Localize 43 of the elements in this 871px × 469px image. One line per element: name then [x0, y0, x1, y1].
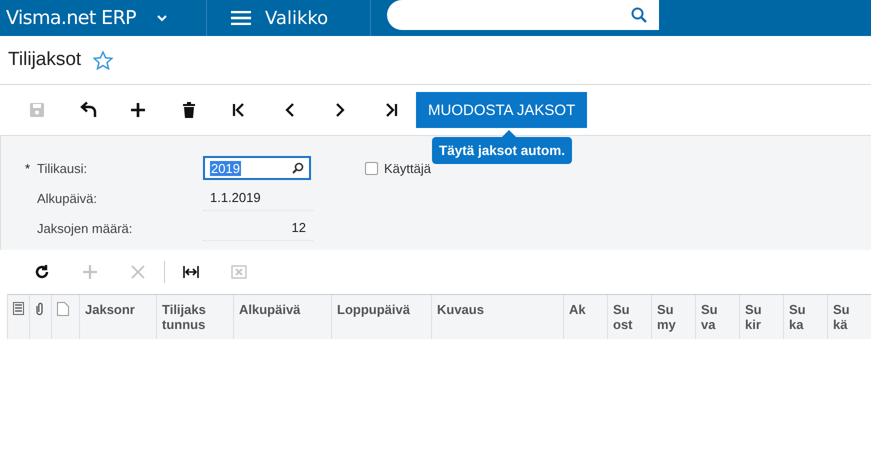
- field-label: Tilikausi:: [37, 160, 88, 176]
- column-header[interactable]: Loppupäivä: [332, 295, 432, 339]
- column-header[interactable]: Su kä: [828, 295, 871, 339]
- document-icon: [57, 302, 69, 316]
- column-header[interactable]: Tilijaks tunnus: [157, 295, 234, 339]
- field-label: Jaksojen määrä:: [37, 220, 134, 236]
- chevron-down-icon: [156, 14, 168, 22]
- input-field[interactable]: 12: [203, 215, 313, 241]
- checkbox[interactable]: [365, 162, 378, 174]
- lookup-field[interactable]: 2019: [203, 156, 311, 180]
- search-field[interactable]: [387, 0, 659, 30]
- paperclip-icon: [35, 302, 44, 316]
- column-header[interactable]: Alkupäivä: [234, 295, 332, 339]
- required-mark: *: [25, 160, 32, 176]
- input-field[interactable]: 1.1.2019: [203, 185, 313, 211]
- column-header[interactable]: Su va: [696, 295, 740, 339]
- close-icon: [129, 263, 147, 281]
- column-header[interactable]: Su my: [652, 295, 696, 339]
- column-header[interactable]: Su kir: [740, 295, 784, 339]
- row-selector-icon: [13, 302, 24, 315]
- field-label: Alkupäivä:: [37, 190, 98, 206]
- plus-icon: [129, 101, 148, 119]
- search-icon: [631, 7, 647, 23]
- refresh-icon: [33, 263, 51, 281]
- column-header[interactable]: Jaksonr: [80, 295, 157, 339]
- checkbox-label: Käyttäjä: [384, 160, 431, 176]
- save-icon: [28, 101, 46, 119]
- star-icon[interactable]: [93, 50, 114, 70]
- search-icon: [292, 162, 304, 174]
- fit-width-icon: [182, 263, 200, 281]
- column-header[interactable]: Su ost: [608, 295, 652, 339]
- undo-icon: [78, 101, 97, 119]
- plus-icon: [81, 263, 99, 281]
- product-switcher[interactable]: Visma.net ERP: [0, 0, 207, 36]
- tooltip: Täytä jaksot autom.: [432, 137, 572, 164]
- menu-button[interactable]: Valikko: [207, 0, 371, 36]
- column-header[interactable]: Kuvaus: [432, 295, 564, 339]
- page-title: Tilijaksot: [8, 49, 82, 71]
- excel-icon: [230, 263, 248, 281]
- create-periods-button[interactable]: MUODOSTA JAKSOT: [416, 92, 588, 128]
- column-header[interactable]: Ak: [564, 295, 608, 339]
- menu-icon: [231, 11, 251, 25]
- column-header[interactable]: Su ka: [784, 295, 828, 339]
